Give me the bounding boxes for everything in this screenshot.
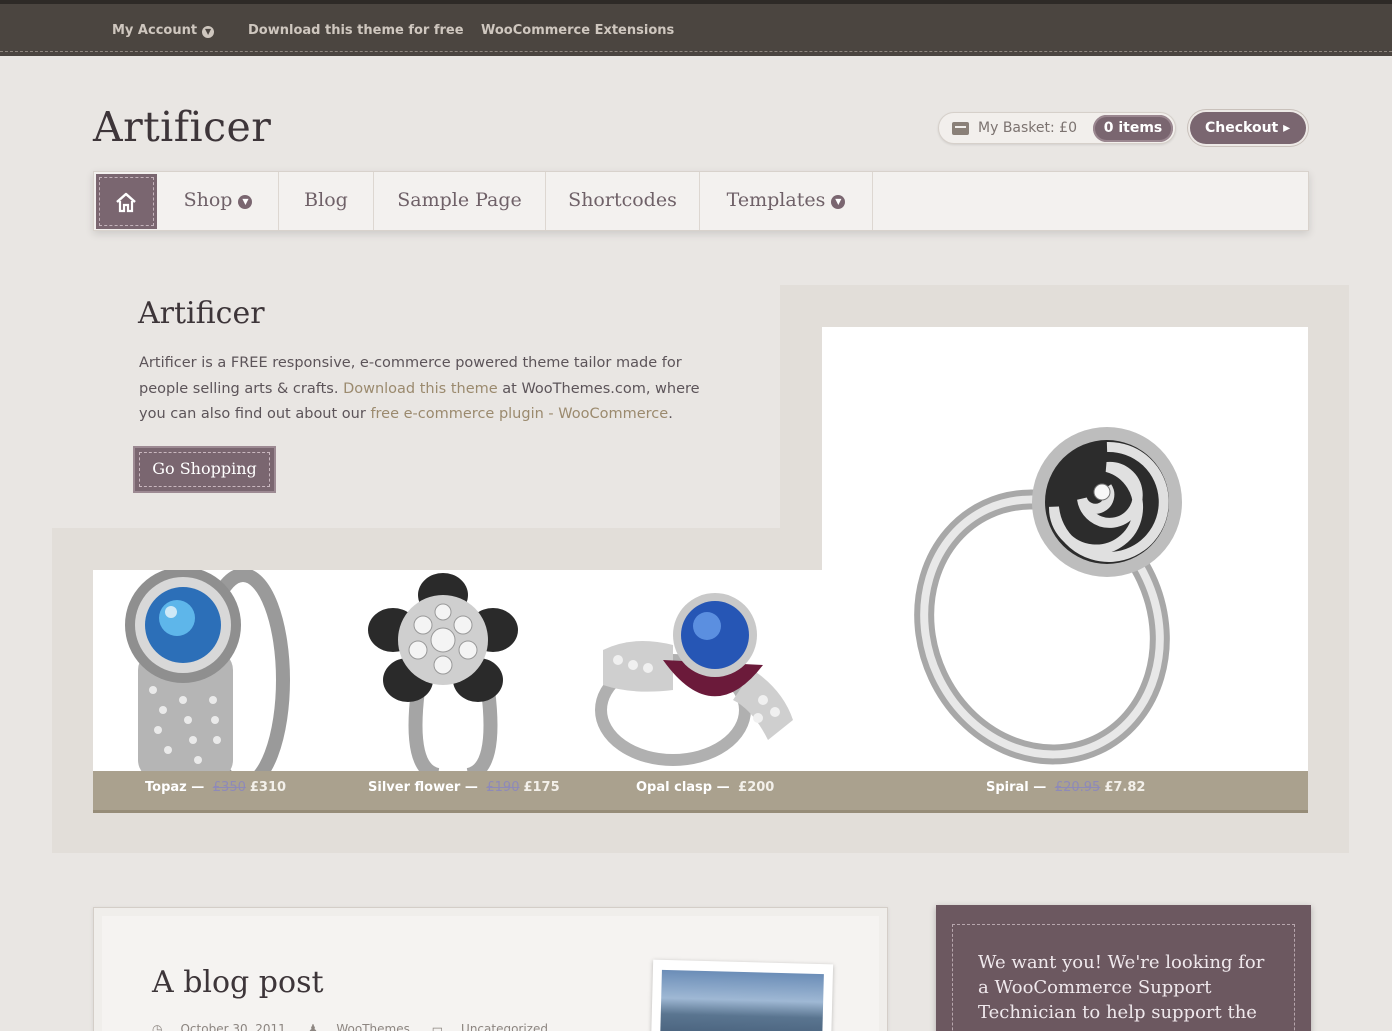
chevron-down-icon: ▼ [238, 195, 253, 209]
clock-icon: ◷ [152, 1022, 163, 1031]
nav-item-templates[interactable]: Templates ▼ [700, 172, 873, 230]
woocommerce-extensions-link[interactable]: WooCommerce Extensions [481, 23, 674, 38]
promo-text: We want you! We're looking for a WooComm… [978, 952, 1265, 1023]
chevron-down-icon: ▼ [831, 195, 846, 209]
home-button[interactable] [96, 174, 157, 229]
spiral-ring-feature-image[interactable] [822, 327, 1308, 813]
basket-widget[interactable]: My Basket: £0 0 items [938, 112, 1176, 144]
my-account-label: My Account [112, 23, 198, 38]
opal-clasp-ring-image[interactable] [593, 590, 803, 780]
chevron-down-icon: ▼ [202, 26, 215, 38]
basket-item-count[interactable]: 0 items [1093, 115, 1173, 142]
product-caption-topaz[interactable]: Topaz — £350 £310 [145, 780, 286, 795]
nav-item-blog[interactable]: Blog [279, 172, 374, 230]
basket-icon [952, 122, 969, 135]
product-price: £310 [249, 780, 287, 795]
go-shopping-button[interactable]: Go Shopping [135, 448, 274, 491]
spiral-ring-image [914, 427, 1182, 765]
blog-post-thumbnail[interactable] [650, 959, 834, 1031]
product-price: £175 [523, 780, 560, 795]
download-theme-link[interactable]: Download this theme for free [248, 23, 464, 38]
product-old-price: £350 [212, 780, 246, 795]
topaz-ring-image[interactable] [103, 570, 313, 780]
post-category[interactable]: Uncategorized [461, 1022, 548, 1031]
product-old-price: £190 [486, 780, 520, 795]
author-icon: ♟ [307, 1022, 319, 1031]
nav-item-sample-page[interactable]: Sample Page [374, 172, 546, 230]
product-name: Silver flower [368, 780, 461, 795]
product-caption-silver-flower[interactable]: Silver flower — £190 £175 [368, 780, 560, 795]
hero-text-part: . [668, 406, 673, 422]
hero-description: Artificer is a FREE responsive, e-commer… [139, 351, 729, 428]
main-navigation: Shop ▼ Blog Sample Page Shortcodes Templa… [93, 171, 1309, 231]
blog-post-meta: ◷ October 30, 2011 ♟ WooThemes ▭ Uncategori… [152, 1022, 566, 1031]
site-logo[interactable]: Artificer [93, 103, 271, 151]
nav-item-shortcodes[interactable]: Shortcodes [546, 172, 700, 230]
product-name: Opal clasp [636, 780, 713, 795]
thumbnail-photo [659, 969, 824, 1031]
product-caption-spiral[interactable]: Spiral — £20.95 £7.82 [986, 780, 1145, 795]
hero-title: Artificer [138, 296, 265, 331]
top-bar: My Account ▼ Download this theme for free… [0, 0, 1392, 56]
product-price: £200 [738, 780, 775, 795]
basket-total: My Basket: £0 [978, 120, 1077, 136]
product-price: £7.82 [1104, 780, 1146, 795]
nav-item-label: Shop [183, 189, 233, 211]
nav-item-shop[interactable]: Shop ▼ [158, 172, 279, 230]
product-name: Spiral [986, 780, 1029, 795]
my-account-link[interactable]: My Account ▼ [112, 23, 215, 38]
nav-item-label: Shortcodes [568, 189, 677, 211]
silver-flower-ring-image[interactable] [348, 570, 548, 780]
woocommerce-plugin-link[interactable]: free e-commerce plugin - WooCommerce [370, 406, 668, 422]
checkout-button[interactable]: Checkout ▸ [1190, 112, 1306, 144]
product-old-price: £20.95 [1054, 780, 1101, 795]
folder-icon: ▭ [431, 1022, 444, 1031]
post-author[interactable]: WooThemes [336, 1022, 410, 1031]
nav-item-label: Blog [304, 189, 348, 211]
home-icon [116, 192, 136, 213]
product-name: Topaz [145, 780, 187, 795]
blog-post-title[interactable]: A blog post [152, 965, 324, 1000]
nav-item-label: Sample Page [397, 189, 522, 211]
download-theme-inline-link[interactable]: Download this theme [343, 381, 498, 397]
topbar-stitch-divider [0, 51, 1392, 52]
product-caption-opal-clasp[interactable]: Opal clasp — £200 [636, 780, 774, 795]
post-date: October 30, 2011 [180, 1022, 286, 1031]
nav-item-label: Templates [726, 189, 826, 211]
